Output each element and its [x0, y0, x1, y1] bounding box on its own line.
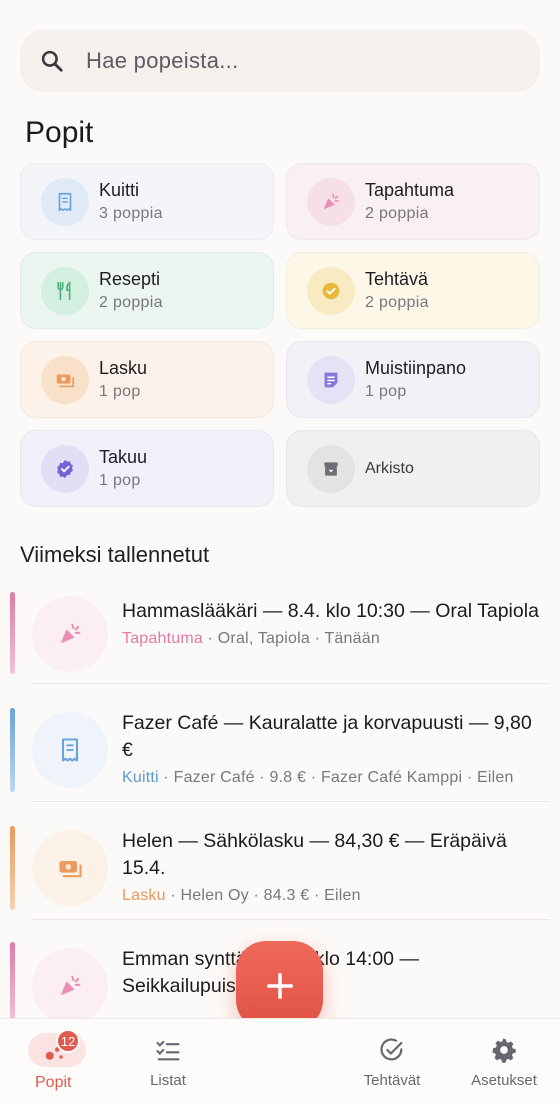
tab-label: Asetukset: [471, 1072, 537, 1089]
item-title: Emman synttärit — 4. klo 14:00 — Seikkai…: [122, 948, 419, 997]
category-count: 2 poppia: [99, 294, 163, 311]
list-item[interactable]: Helen — Sähkölasku — 84,30 € — Eräpäivä …: [0, 802, 560, 920]
item-category: Kuitti: [122, 769, 159, 786]
check-circle-icon: [307, 266, 355, 315]
tab-popit[interactable]: 12 Popit: [0, 1019, 112, 1104]
category-name: Takuu: [99, 447, 148, 467]
archive-icon: [307, 444, 355, 493]
category-color-bar: [10, 592, 15, 674]
category-color-bar: [10, 826, 15, 910]
item-category: Lasku: [122, 887, 166, 904]
item-meta: Kuitti · Fazer Café · 9.8 € · Fazer Café…: [122, 769, 540, 787]
note-icon: [307, 355, 355, 404]
party-popper-icon: [32, 948, 108, 1020]
receipt-icon: [32, 712, 108, 788]
tab-tehtavat[interactable]: Tehtävät: [336, 1019, 448, 1104]
page-title: Popit: [25, 116, 94, 149]
checklist-icon: [153, 1035, 183, 1065]
party-popper-icon: [32, 596, 108, 672]
item-meta: Tapahtuma · Oral, Tapiola · Tänään: [122, 630, 540, 648]
tab-label: Popit: [35, 1074, 72, 1091]
search-input[interactable]: Hae popeista...: [86, 48, 238, 74]
item-meta: Lasku · Helen Oy · 84.3 € · Eilen: [122, 887, 540, 905]
add-button[interactable]: [236, 941, 323, 1030]
category-name: Muistiinpano: [365, 358, 467, 378]
category-takuu[interactable]: Takuu 1 pop: [20, 430, 274, 507]
list-item[interactable]: Hammaslääkäri — 8.4. klo 10:30 — Oral Ta…: [0, 582, 560, 684]
category-muistiinpano[interactable]: Muistiinpano 1 pop: [286, 341, 540, 418]
category-count: 2 poppia: [365, 294, 429, 311]
item-details: · Helen Oy · 84.3 € · Eilen: [165, 887, 361, 904]
tab-label: Listat: [150, 1072, 186, 1089]
category-grid: Kuitti 3 poppia Tapahtuma 2 poppia Resepti…: [20, 163, 540, 507]
plus-icon: [266, 972, 293, 999]
notification-badge: 12: [56, 1029, 80, 1053]
check-circle-icon: [377, 1035, 407, 1065]
recent-section-title: Viimeksi tallennetut: [20, 542, 210, 567]
category-arkisto[interactable]: Arkisto: [286, 430, 540, 507]
item-details: · Fazer Café · 9.8 € · Fazer Café Kamppi…: [158, 769, 514, 786]
category-color-bar: [10, 942, 15, 1020]
category-name: Kuitti: [99, 180, 140, 200]
list-item[interactable]: Fazer Café — Kauralatte ja korvapuusti —…: [0, 684, 560, 802]
gear-icon: [489, 1035, 519, 1065]
search-icon: [38, 47, 66, 75]
category-count: 3 poppia: [99, 205, 163, 222]
item-category: Tapahtuma: [122, 630, 203, 647]
money-icon: [41, 355, 89, 404]
category-name: Arkisto: [365, 459, 414, 477]
category-kuitti[interactable]: Kuitti 3 poppia: [20, 163, 274, 240]
item-title: Fazer Café — Kauralatte ja korvapuusti —…: [122, 712, 532, 761]
category-resepti[interactable]: Resepti 2 poppia: [20, 252, 274, 329]
receipt-icon: [41, 177, 89, 226]
category-tehtava[interactable]: Tehtävä 2 poppia: [286, 252, 540, 329]
search-bar[interactable]: Hae popeista...: [20, 30, 540, 92]
utensils-icon: [41, 266, 89, 315]
item-title: Hammaslääkäri — 8.4. klo 10:30 — Oral Ta…: [122, 600, 539, 622]
category-count: 1 pop: [365, 383, 407, 400]
category-color-bar: [10, 708, 15, 792]
category-name: Tapahtuma: [365, 180, 455, 200]
bottom-navigation: 12 Popit Listat Tehtävät Asetukset: [0, 1018, 560, 1104]
category-name: Resepti: [99, 269, 161, 289]
category-lasku[interactable]: Lasku 1 pop: [20, 341, 274, 418]
money-icon: [32, 830, 108, 906]
verified-badge-icon: [41, 444, 89, 493]
category-count: 2 poppia: [365, 205, 429, 222]
category-count: 1 pop: [99, 472, 141, 489]
category-name: Lasku: [99, 358, 148, 378]
category-name: Tehtävä: [365, 269, 429, 289]
tab-label: Tehtävät: [363, 1072, 421, 1089]
item-details: · Oral, Tapiola · Tänään: [202, 630, 380, 647]
party-popper-icon: [307, 177, 355, 226]
item-title: Helen — Sähkölasku — 84,30 € — Eräpäivä …: [122, 830, 507, 879]
tab-asetukset[interactable]: Asetukset: [448, 1019, 560, 1104]
category-count: 1 pop: [99, 383, 141, 400]
category-tapahtuma[interactable]: Tapahtuma 2 poppia: [286, 163, 540, 240]
tab-listat[interactable]: Listat: [112, 1019, 224, 1104]
